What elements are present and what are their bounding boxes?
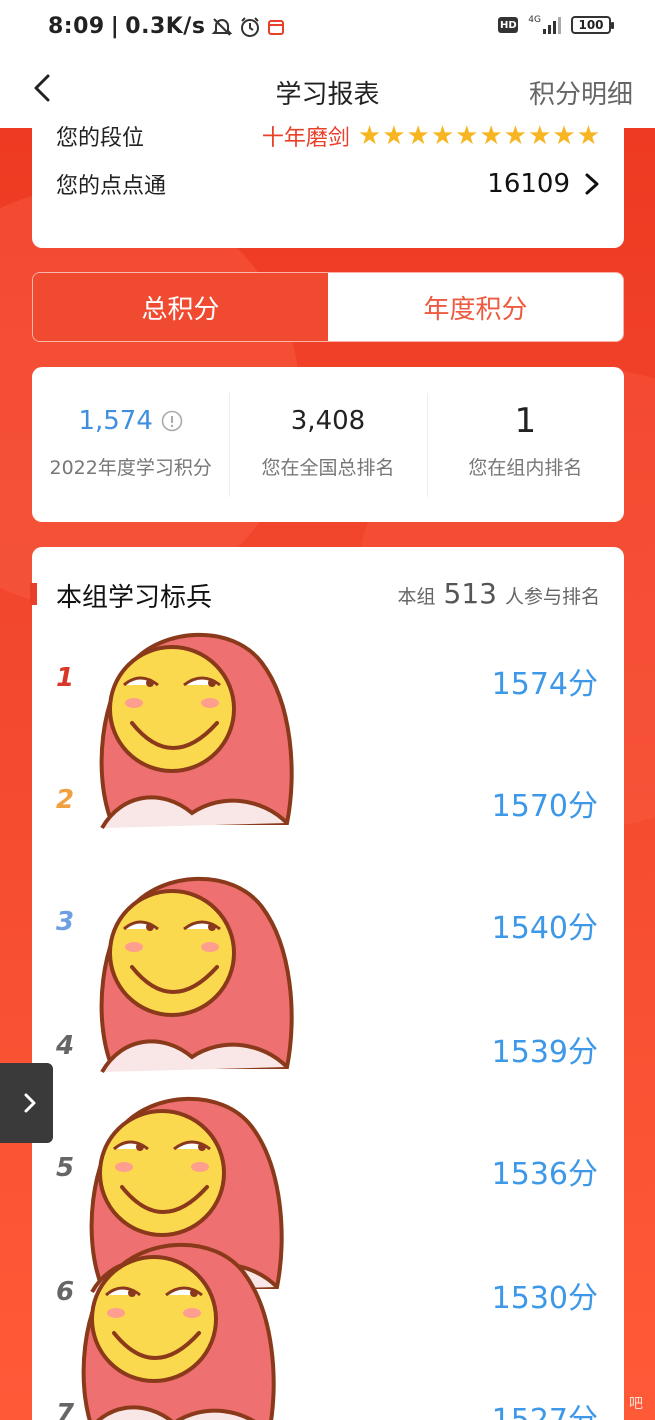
level-row: 您的段位 十年磨剑 ★ ★ ★ ★ ★ ★ ★ ★ ★ ★ [56, 120, 600, 152]
row-score: 1570分 [491, 789, 598, 824]
tab-total-points[interactable]: 总积分 [33, 273, 328, 341]
row-rank: 2 [56, 785, 75, 815]
leaderboard-row[interactable]: 4 1539分 [32, 1005, 624, 1105]
status-left: 8:09 | 0.3K/s [48, 14, 285, 39]
level-value: 十年磨剑 ★ ★ ★ ★ ★ ★ ★ ★ ★ ★ [262, 120, 600, 152]
stat-annual-value-wrap: 1,574 [32, 403, 229, 439]
calendar-icon [268, 19, 285, 35]
stat-annual-label: 2022年度学习积分 [49, 456, 212, 479]
participant-count: 513 [443, 577, 497, 610]
info-icon[interactable] [161, 410, 183, 432]
alarm-icon [241, 16, 260, 37]
status-separator: | [110, 14, 120, 39]
stat-annual-value: 1,574 [78, 405, 153, 436]
leaderboard-card: 本组学习标兵 本组 513 人参与排名 1 1574分 2 1570分 3 1540分 4 1… [30, 547, 624, 1420]
level-stars: ★ ★ ★ ★ ★ ★ ★ ★ ★ ★ [358, 123, 600, 149]
leaderboard-title: 本组学习标兵 [56, 583, 213, 613]
chevron-right-icon [585, 173, 599, 195]
watermark: 吧 [629, 1396, 643, 1412]
star-icon: ★ [576, 121, 600, 151]
battery-icon: 100 [571, 16, 614, 34]
rank-card: 您的段位 十年磨剑 ★ ★ ★ ★ ★ ★ ★ ★ ★ ★ 您的点点通 16109 [32, 110, 624, 248]
row-score: 1539分 [491, 1035, 598, 1070]
level-label: 您的段位 [56, 126, 145, 151]
title-accent-bar [30, 583, 37, 605]
meta-prefix: 本组 [397, 586, 436, 608]
signal-icon [543, 16, 561, 34]
row-score: 1536分 [491, 1157, 598, 1192]
points-row[interactable]: 您的点点通 16109 [56, 168, 600, 200]
points-value-wrap: 16109 [487, 169, 600, 199]
row-score: 1574分 [491, 667, 598, 702]
stat-annual-points: 1,574 2022年度学习积分 [32, 393, 229, 497]
leaderboard-row[interactable]: 7 1527分 [32, 1373, 624, 1420]
score-tabs: 总积分 年度积分 [32, 272, 624, 342]
stat-group-rank: 1 您在组内排名 [426, 392, 624, 497]
back-button[interactable] [24, 70, 60, 106]
points-detail-link[interactable]: 积分明细 [529, 74, 633, 111]
row-rank: 5 [56, 1153, 75, 1183]
level-name: 十年磨剑 [261, 126, 350, 151]
stat-group-label: 您在组内排名 [468, 456, 583, 479]
row-score: 1540分 [491, 911, 598, 946]
star-icon: ★ [455, 121, 479, 151]
row-rank: 6 [56, 1277, 75, 1307]
status-time: 8:09 [48, 14, 105, 39]
leaderboard-row[interactable]: 3 1540分 [32, 881, 624, 981]
tab-annual-points[interactable]: 年度积分 [328, 273, 623, 341]
network-type: 4G [528, 15, 541, 25]
leaderboard-row[interactable]: 1 1574分 [32, 637, 624, 737]
hd-badge: HD [498, 17, 519, 33]
stat-national-label: 您在全国总排名 [261, 456, 395, 479]
leaderboard-row[interactable]: 6 1530分 [32, 1251, 624, 1351]
stat-national-value: 3,408 [290, 405, 366, 436]
row-score: 1530分 [491, 1281, 598, 1316]
stat-group-value: 1 [514, 400, 537, 441]
row-score: 1527分 [492, 1395, 598, 1420]
star-icon: ★ [479, 121, 503, 151]
battery-level: 100 [578, 18, 604, 32]
status-right: HD 4G 100 [498, 15, 614, 34]
status-bar: 8:09 | 0.3K/s HD 4G 100 [0, 0, 655, 58]
leaderboard-row[interactable]: 2 1570分 [32, 759, 624, 859]
star-icon: ★ [503, 121, 528, 151]
leaderboard-row[interactable]: 5 1536分 [32, 1127, 624, 1227]
mute-bell-icon [212, 17, 233, 36]
star-icon: ★ [382, 121, 406, 151]
row-rank: 7 [56, 1399, 75, 1420]
stats-card: 1,574 2022年度学习积分 3,408 您在全国总排名 1 您在组内排名 [32, 367, 624, 522]
star-icon: ★ [430, 121, 455, 151]
row-rank: 1 [56, 663, 75, 693]
leaderboard-meta: 本组 513 人参与排名 [398, 577, 600, 610]
side-expand-handle[interactable] [0, 1063, 53, 1143]
chevron-right-icon [24, 1093, 36, 1113]
row-rank: 3 [56, 907, 75, 937]
star-icon: ★ [406, 121, 430, 151]
star-icon: ★ [528, 121, 552, 151]
star-icon: ★ [357, 121, 382, 151]
status-speed: 0.3K/s [125, 14, 206, 39]
back-arrow-icon [34, 74, 50, 102]
points-value: 16109 [487, 169, 570, 199]
points-label: 您的点点通 [56, 174, 167, 199]
stat-national-rank: 3,408 您在全国总排名 [229, 392, 426, 497]
star-icon: ★ [552, 121, 576, 151]
row-rank: 4 [56, 1031, 75, 1061]
meta-suffix: 人参与排名 [504, 586, 600, 608]
